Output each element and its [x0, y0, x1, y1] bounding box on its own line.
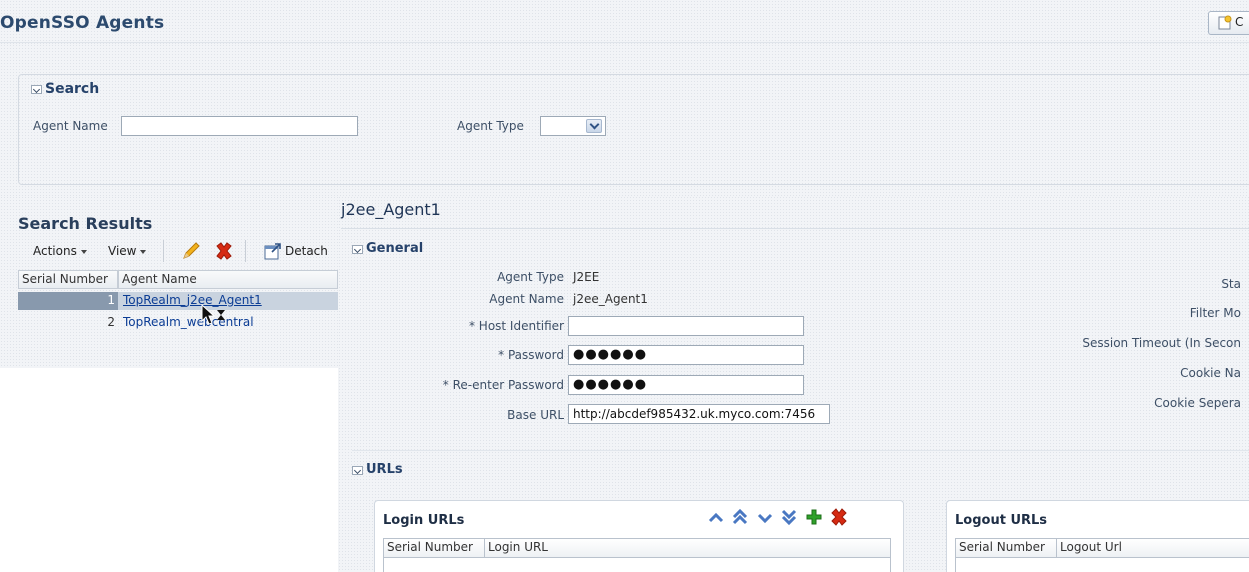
- agent-name-value: j2ee_Agent1: [573, 292, 648, 306]
- general-collapse-toggle[interactable]: [352, 245, 363, 254]
- page-title: OpenSSO Agents: [0, 13, 165, 33]
- host-identifier-label: * Host Identifier: [468, 319, 564, 333]
- chevron-down-icon: [586, 119, 602, 133]
- login-urls-panel: Login URLs Serial Number Login URL: [374, 500, 904, 572]
- toolbar-separator: [163, 240, 164, 262]
- logout-urls-table-body: [955, 558, 1249, 572]
- toolbar-separator: [245, 240, 246, 262]
- cookie-separator-label: Cookie Sepera: [1154, 396, 1241, 410]
- move-up-icon[interactable]: [707, 509, 725, 527]
- actions-menu[interactable]: Actions: [33, 244, 87, 258]
- serial-number-cell: 1: [18, 292, 118, 310]
- login-urls-title: Login URLs: [383, 513, 465, 528]
- status-label: Sta: [1221, 277, 1241, 291]
- edit-pencil-icon[interactable]: [180, 240, 202, 262]
- login-urls-table-body: [383, 558, 891, 572]
- add-icon[interactable]: [805, 508, 823, 526]
- search-results-title: Search Results: [18, 214, 153, 233]
- host-identifier-input[interactable]: [568, 316, 804, 336]
- login-urls-table-header: Serial Number Login URL: [383, 538, 891, 558]
- delete-icon[interactable]: [213, 240, 235, 262]
- agent-name-input[interactable]: [121, 116, 358, 136]
- logout-urls-panel: Logout URLs Serial Number Logout Url: [946, 500, 1249, 572]
- detail-divider: [341, 228, 1249, 229]
- search-heading: Search: [45, 81, 100, 97]
- agent-name-field-label: Agent Name: [489, 292, 564, 306]
- password-input[interactable]: ●●●●●●: [568, 345, 804, 365]
- agent-type-value: J2EE: [573, 270, 600, 284]
- column-header-login-url[interactable]: Login URL: [484, 539, 890, 557]
- search-collapse-toggle[interactable]: [31, 85, 42, 94]
- urls-collapse-toggle[interactable]: [352, 466, 363, 475]
- reenter-password-label: * Re-enter Password: [442, 378, 564, 392]
- logout-urls-table-header: Serial Number Logout Url: [955, 538, 1249, 558]
- title-divider: [0, 42, 1249, 43]
- cookie-name-label: Cookie Na: [1180, 366, 1241, 380]
- filter-mode-label: Filter Mo: [1189, 306, 1241, 320]
- agent-name-link[interactable]: TopRealm_webcentral: [120, 314, 257, 332]
- caret-down-icon: [140, 249, 147, 254]
- password-label: * Password: [498, 348, 564, 362]
- move-down-icon[interactable]: [756, 509, 774, 527]
- serial-number-cell: 2: [107, 315, 115, 329]
- move-top-icon[interactable]: [731, 507, 749, 527]
- reenter-password-input[interactable]: ●●●●●●: [568, 375, 804, 395]
- general-heading: General: [366, 241, 424, 256]
- move-bottom-icon[interactable]: [780, 507, 798, 527]
- new-document-icon: [1218, 15, 1232, 30]
- detach-icon[interactable]: [264, 242, 282, 260]
- title-bar: [0, 0, 1249, 44]
- detach-button[interactable]: Detach: [285, 244, 328, 258]
- urls-heading: URLs: [366, 462, 403, 477]
- view-menu[interactable]: View: [108, 244, 147, 258]
- agent-type-field-label: Agent Type: [497, 270, 564, 284]
- column-header-logout-url[interactable]: Logout Url: [1056, 539, 1249, 557]
- agent-type-select[interactable]: [540, 116, 606, 136]
- actions-menu-label: Actions: [33, 244, 77, 258]
- view-menu-label: View: [108, 244, 137, 258]
- agent-name-label: Agent Name: [33, 119, 108, 133]
- agent-name-link[interactable]: TopRealm_j2ee_Agent1: [120, 292, 265, 310]
- base-url-label: Base URL: [507, 408, 564, 422]
- table-row[interactable]: 1 TopRealm_j2ee_Agent1: [18, 292, 338, 310]
- detail-title: j2ee_Agent1: [341, 200, 441, 219]
- column-header-agent-name[interactable]: Agent Name: [118, 270, 338, 289]
- create-button[interactable]: C: [1208, 11, 1249, 35]
- agent-type-label: Agent Type: [457, 119, 524, 133]
- delete-icon[interactable]: [829, 507, 849, 527]
- logout-urls-title: Logout URLs: [955, 513, 1048, 528]
- column-header-serial-number[interactable]: Serial Number: [18, 270, 118, 289]
- caret-down-icon: [80, 249, 87, 254]
- base-url-input[interactable]: [568, 404, 830, 424]
- create-button-label: C: [1235, 15, 1244, 29]
- section-divider: [352, 450, 1249, 451]
- busy-cursor-icon: [201, 304, 225, 325]
- table-row[interactable]: 2 TopRealm_webcentral: [18, 314, 338, 332]
- session-timeout-label: Session Timeout (In Secon: [1082, 336, 1241, 350]
- column-header-serial-number[interactable]: Serial Number: [384, 539, 484, 557]
- column-header-serial-number[interactable]: Serial Number: [956, 539, 1056, 557]
